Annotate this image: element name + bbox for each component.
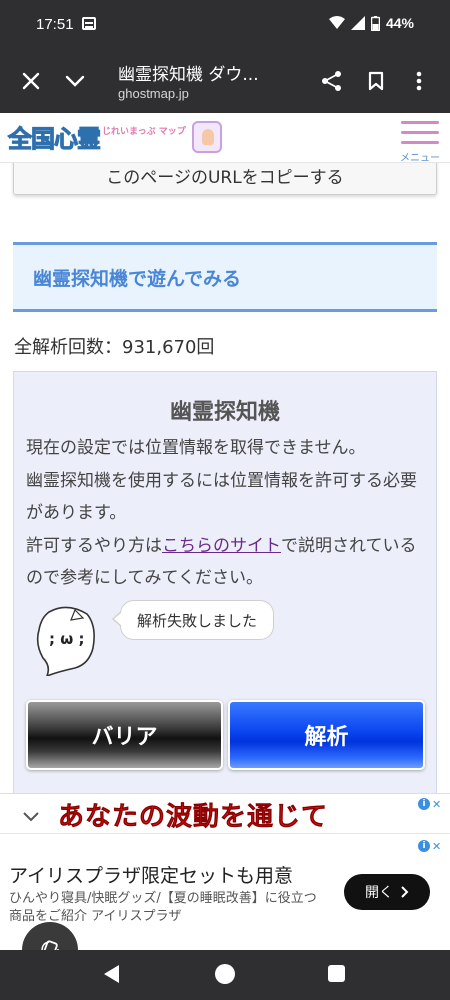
share-button[interactable] — [315, 64, 349, 98]
message-line: 許可するやり方はこちらのサイトで説明されているので参考にしてみてください。 — [26, 530, 430, 595]
more-vert-icon — [416, 71, 422, 91]
system-nav-bar — [0, 950, 450, 1000]
close-icon — [22, 72, 40, 90]
main-content: このページのURLをコピーする 幽霊探知機で遊んでみる 全解析回数：931,67… — [0, 163, 450, 803]
info-icon: i — [418, 798, 430, 810]
home-icon[interactable] — [215, 964, 235, 984]
total-analysis-count: 全解析回数：931,670回 — [14, 337, 215, 358]
wifi-icon — [328, 16, 345, 29]
ad-choices[interactable]: i ✕ — [418, 839, 448, 853]
status-bar: 17:51 44% — [0, 0, 450, 50]
hamburger-menu-button[interactable]: メニュー — [398, 115, 442, 164]
bookmark-button[interactable] — [359, 64, 393, 98]
browser-toolbar: 幽霊探知機 ダウ... ghostmap.jp — [0, 50, 450, 113]
logo-subtext: じれいまっぷ マップ — [102, 127, 186, 137]
ad-choices[interactable]: i ✕ — [418, 797, 448, 811]
ad-headline-banner: あなたの波動を通じて — [58, 802, 329, 833]
site-logo[interactable]: 全国心霊 じれいまっぷ マップ — [8, 119, 222, 154]
analyze-button[interactable]: 解析 — [228, 700, 425, 770]
copy-url-button[interactable]: このページのURLをコピーする — [13, 163, 437, 195]
signal-icon — [350, 16, 365, 30]
chevron-down-icon — [65, 75, 85, 87]
page-title: 幽霊探知機 ダウ... — [118, 65, 259, 85]
phone-hand-icon — [191, 120, 222, 153]
ad-banner-top[interactable]: あなたの波動を通じて i ✕ — [0, 793, 450, 833]
battery-level: 44% — [385, 15, 414, 31]
recents-icon[interactable] — [328, 965, 345, 982]
message-text: 許可するやり方は — [26, 535, 162, 556]
more-options-button[interactable] — [402, 64, 436, 98]
notification-icon — [82, 17, 96, 30]
battery-icon — [370, 15, 380, 31]
section-heading: 幽霊探知機で遊んでみる — [13, 242, 437, 312]
bookmark-icon — [368, 71, 384, 91]
message-line: 現在の設定では位置情報を取得できません。 — [26, 438, 366, 458]
back-icon[interactable] — [104, 965, 119, 983]
minimize-button[interactable] — [58, 64, 92, 98]
help-site-link[interactable]: こちらのサイト — [162, 536, 281, 556]
ghost-detector-panel: 幽霊探知機 現在の設定では位置情報を取得できません。 幽霊探知機を使用するには位… — [13, 371, 437, 803]
info-icon: i — [418, 840, 430, 852]
message-line: 幽霊探知機を使用するには位置情報を許可する必要があります。 — [26, 470, 417, 524]
location-error-message: 現在の設定では位置情報を取得できません。 幽霊探知機を使用するには位置情報を許可… — [26, 432, 430, 595]
close-ad-icon[interactable]: ✕ — [432, 840, 441, 853]
collapse-ad-button[interactable] — [14, 804, 48, 830]
chevron-right-icon — [401, 886, 409, 898]
site-header: 全国心霊 じれいまっぷ マップ メニュー — [0, 113, 450, 164]
logo-text: 全国心霊 — [8, 125, 102, 154]
close-tab-button[interactable] — [14, 64, 48, 98]
share-icon — [322, 71, 341, 91]
close-ad-icon[interactable]: ✕ — [432, 798, 441, 811]
ad-open-label: 開く — [365, 885, 393, 901]
ghost-character: ; ω ; — [35, 604, 99, 678]
page-domain: ghostmap.jp — [118, 86, 189, 101]
ad-headline: アイリスプラザ限定セットも用意 — [9, 865, 294, 887]
menu-bar-icon — [401, 121, 439, 124]
panel-title: 幽霊探知機 — [169, 400, 280, 425]
ad-open-button[interactable]: 開く — [344, 874, 430, 910]
chevron-down-icon — [23, 812, 39, 822]
barrier-button[interactable]: バリア — [26, 700, 223, 770]
menu-bar-icon — [401, 131, 439, 134]
status-icons: 44% — [328, 15, 414, 31]
ghost-face: ; ω ; — [49, 630, 85, 648]
ad-description: ひんやり寝具/快眠グッズ/【夏の睡眠改善】に役立つ商品をご紹介 アイリスプラザ — [9, 891, 317, 924]
menu-label: メニュー — [400, 153, 440, 164]
status-time: 17:51 — [36, 16, 74, 33]
menu-bar-icon — [401, 141, 439, 144]
speech-bubble: 解析失敗しました — [112, 600, 274, 640]
